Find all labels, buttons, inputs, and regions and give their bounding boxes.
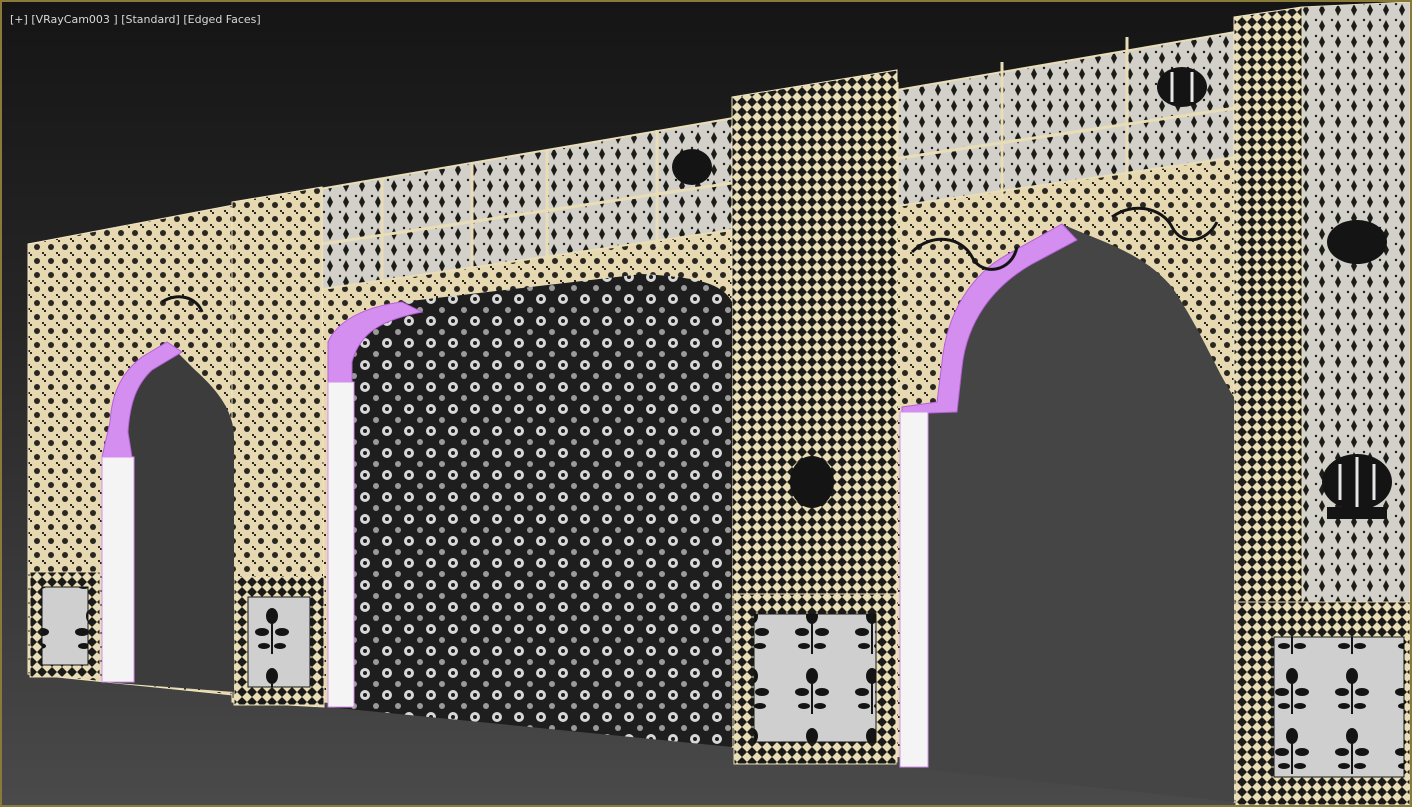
arch-2-opening	[328, 274, 732, 747]
viewport-display-menu[interactable]: [Edged Faces]	[183, 13, 260, 26]
viewport-shading-menu[interactable]: [Standard]	[121, 13, 180, 26]
arch-1-jamb	[101, 456, 135, 683]
dado-panel-2-inner	[247, 596, 311, 688]
viewport-label: [+] [VRayCam003 ] [Standard] [Edged Face…	[10, 13, 261, 26]
viewport-camera-menu[interactable]: [VRayCam003 ]	[31, 13, 117, 26]
dado-panel-4-inner	[1273, 636, 1405, 778]
3d-viewport[interactable]: [+] [VRayCam003 ] [Standard] [Edged Face…	[0, 0, 1412, 807]
viewport-plus-menu[interactable]: [+]	[10, 13, 28, 26]
arch-3-jamb	[899, 411, 929, 768]
arch-2-jamb	[327, 381, 355, 708]
dado-panel-1-inner	[41, 586, 89, 666]
dado-panel-3-inner	[753, 613, 877, 743]
scene-render	[27, 2, 1410, 805]
